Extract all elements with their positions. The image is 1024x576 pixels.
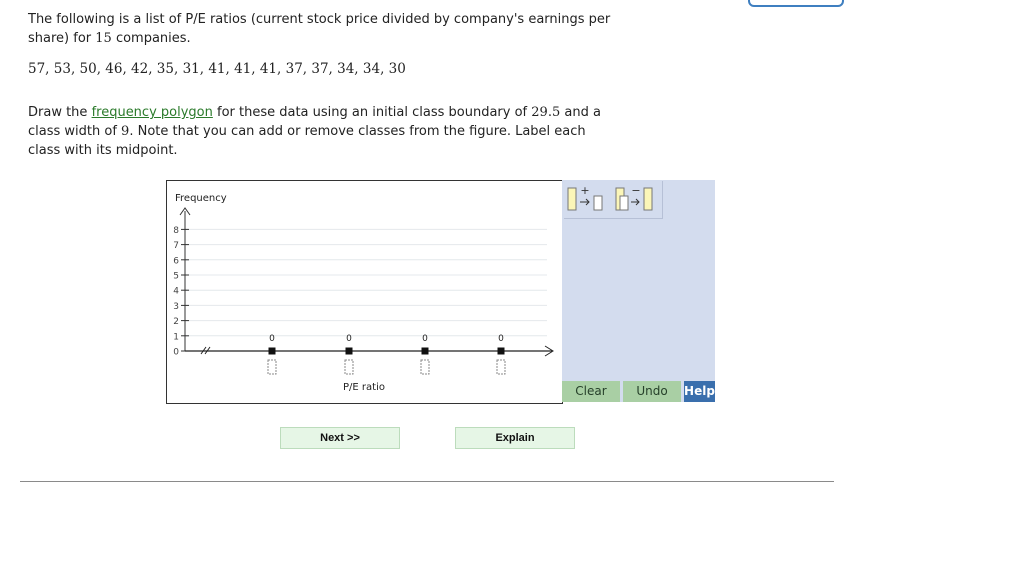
y-tick-label: 6: [173, 256, 179, 266]
class-tool-group: + −: [564, 181, 663, 219]
y-tick-label: 2: [173, 317, 179, 327]
midpoint-input[interactable]: [267, 359, 277, 375]
y-axis-label: Frequency: [175, 193, 227, 204]
explain-button[interactable]: Explain: [455, 427, 575, 449]
midpoint-input[interactable]: [344, 359, 354, 375]
class-point-handle[interactable]: [268, 347, 276, 355]
x-axis-label: P/E ratio: [343, 382, 385, 393]
y-tick-label: 7: [173, 241, 179, 251]
y-tick-label: 5: [173, 272, 179, 282]
undo-button[interactable]: Undo: [623, 381, 681, 402]
clear-button[interactable]: Clear: [562, 381, 621, 402]
frequency-label: 0: [422, 334, 428, 344]
frequency-label: 0: [346, 334, 352, 344]
instr-part1: Draw the: [28, 105, 88, 120]
boundary-value: 29.5: [531, 105, 561, 120]
bottom-divider: [20, 481, 834, 482]
intro-count: 15: [95, 31, 112, 46]
y-tick-label: 1: [173, 332, 179, 342]
y-tick-label: 0: [173, 348, 179, 358]
intro-suffix: companies.: [115, 31, 191, 46]
data-values: 57, 53, 50, 46, 42, 35, 31, 41, 41, 41, …: [28, 61, 406, 77]
class-point-handle[interactable]: [497, 347, 505, 355]
svg-text:+: +: [580, 184, 589, 197]
top-tab-remnant: [748, 0, 844, 7]
y-tick-label: 3: [173, 302, 179, 312]
graph-canvas[interactable]: Frequency 0 1 2 3 4 5 6 7 8 0 0 0 0 P/E ratio: [167, 181, 562, 403]
y-tick-label: 4: [173, 287, 179, 297]
class-points[interactable]: 0 0 0 0: [267, 334, 506, 375]
toolbar-panel: + − Clear Undo Help: [562, 180, 715, 402]
midpoint-input[interactable]: [496, 359, 506, 375]
class-point-handle[interactable]: [421, 347, 429, 355]
class-point-handle[interactable]: [345, 347, 353, 355]
problem-intro: The following is a list of P/E ratios (c…: [28, 10, 618, 48]
add-class-icon[interactable]: +: [567, 184, 611, 214]
frequency-label: 0: [269, 334, 275, 344]
midpoint-input[interactable]: [420, 359, 430, 375]
frequency-polygon-link[interactable]: frequency polygon: [92, 105, 213, 120]
svg-text:−: −: [631, 184, 640, 197]
y-tick-label: 8: [173, 226, 179, 236]
graph-panel[interactable]: Frequency 0 1 2 3 4 5 6 7 8 0 0 0 0 P/E ratio: [166, 180, 563, 404]
help-button[interactable]: Help: [684, 381, 715, 402]
instr-part2: for these data using an initial class bo…: [217, 105, 528, 120]
gridlines: [185, 228, 547, 337]
frequency-label: 0: [498, 334, 504, 344]
next-button[interactable]: Next >>: [280, 427, 400, 449]
problem-instructions: Draw the frequency polygon for these dat…: [28, 103, 618, 160]
y-ticks: 0 1 2 3 4 5 6 7 8: [173, 226, 189, 358]
remove-class-icon[interactable]: −: [615, 184, 659, 214]
